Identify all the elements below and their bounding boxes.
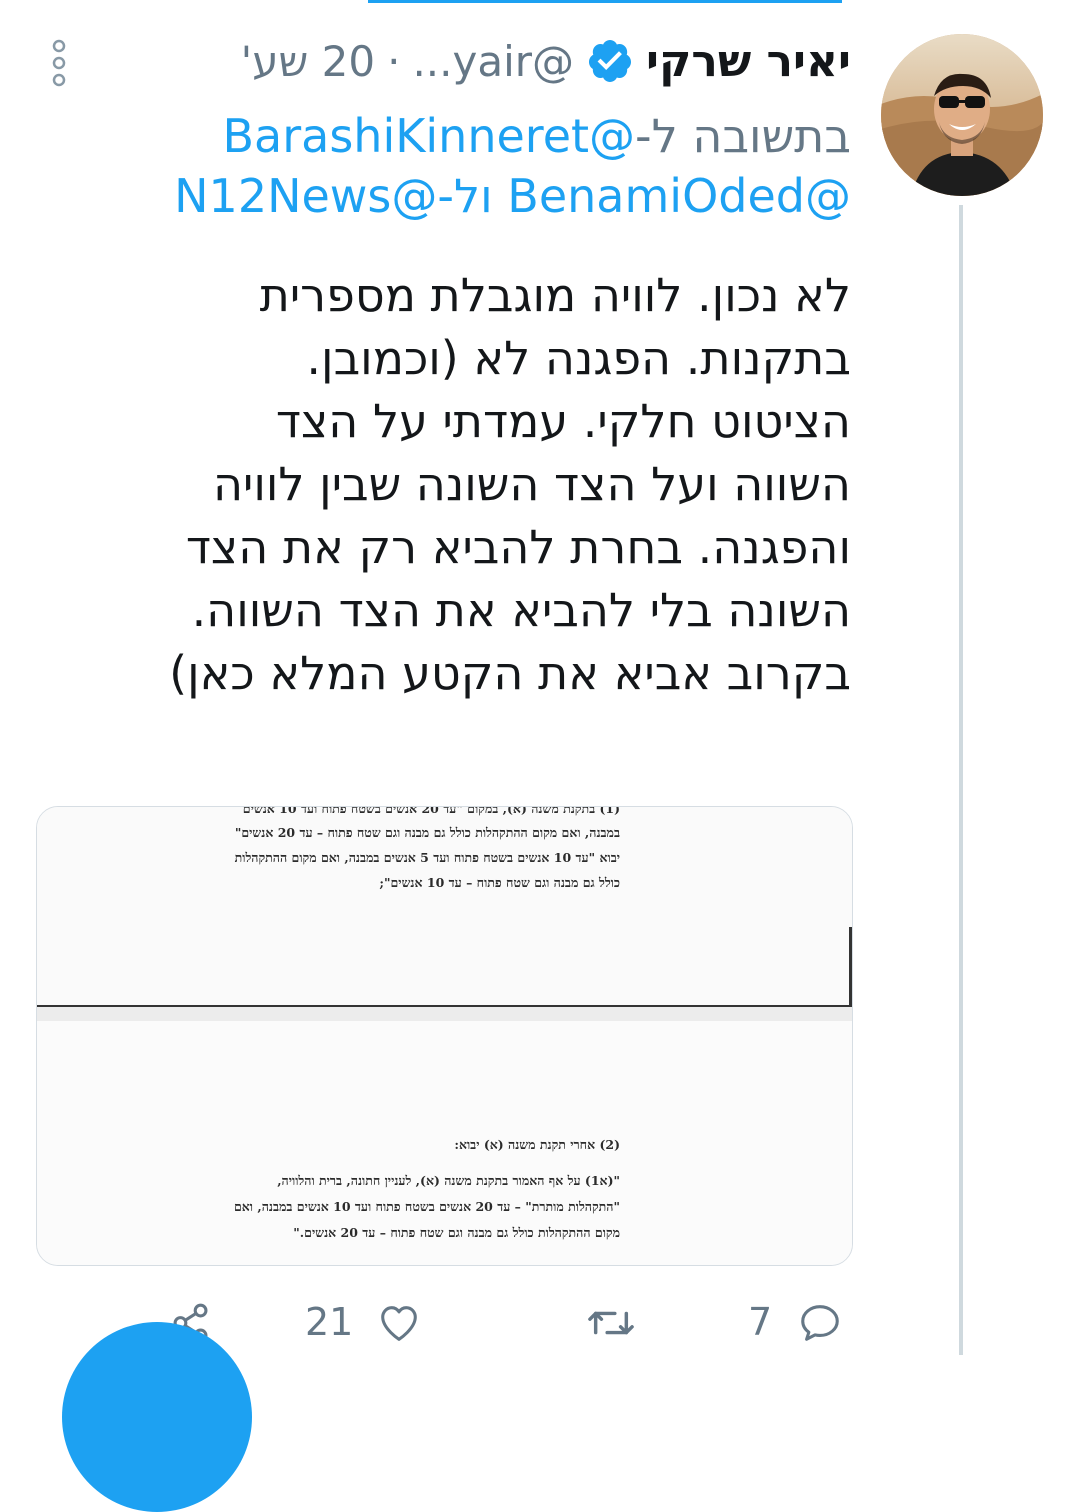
handle[interactable]: @yair... [412,37,574,86]
document-line: "התקהלות מותרת" – עד 20 אנשים בשטח פתוח … [233,1199,620,1214]
retweet-icon[interactable] [585,1300,634,1346]
tweet-header: יאיר שרקי @yair... · 20 שע' [241,30,851,92]
like-count: 21 [305,1300,354,1344]
timestamp[interactable]: 20 שע' [241,37,375,86]
document-line: (1) בתקנת משנה (א), במקום "עד 20 אנשים ב… [242,806,620,816]
verified-badge-icon [586,37,634,85]
document-line: במבנה, ואם מקום ההתקהלות כולל גם מבנה וג… [234,825,620,840]
separator-dot: · [387,36,401,86]
page-edge [849,927,852,1007]
reply-icon[interactable] [797,1300,843,1346]
replying-to: בתשובה ל-@BarashiKinneret @BenamiOded ול… [91,106,851,226]
heart-icon[interactable] [376,1300,422,1346]
document-line: "(א1) על אף האמור בתקנת משנה (א), לעניין… [277,1173,620,1188]
document-page-bottom: (2) אחרי תקנת משנה (א) יבוא: "(א1) על אף… [37,1021,852,1265]
reply-count: 7 [748,1300,773,1344]
display-name[interactable]: יאיר שרקי [646,36,851,87]
tweet-text: לא נכון. לוויה מוגבלת מספרית בתקנות. הפג… [169,268,851,700]
reply-prefix: בתשובה ל- [635,109,851,163]
document-line: כולל גם מבנה וגם שטח פתוח – עד 10 אנשים"… [379,875,620,890]
mention-link[interactable]: @BarashiKinneret [222,109,635,163]
compose-tweet-button[interactable] [62,1322,252,1512]
document-heading: (2) אחרי תקנת משנה (א) יבוא: [454,1137,620,1152]
tweet-media-image[interactable]: (1) בתקנת משנה (א), במקום "עד 20 אנשים ב… [36,806,853,1266]
thread-line [959,205,963,1355]
avatar-photo [881,34,1043,196]
document-page-top: (1) בתקנת משנה (א), במקום "עד 20 אנשים ב… [37,807,852,1005]
avatar[interactable] [881,34,1043,196]
more-options-icon[interactable] [48,38,70,88]
mention-link[interactable]: @N12News [174,169,437,223]
tab-indicator [368,0,842,3]
document-line: מקום ההתקהלות כולל גם מבנה וגם שטח פתוח … [293,1225,620,1240]
document-line: יבוא "עד 10 אנשים בשטח פתוח ועד 5 אנשים … [234,850,620,865]
mention-link[interactable]: @BenamiOded [507,169,851,223]
reply-and: ול- [437,169,493,223]
